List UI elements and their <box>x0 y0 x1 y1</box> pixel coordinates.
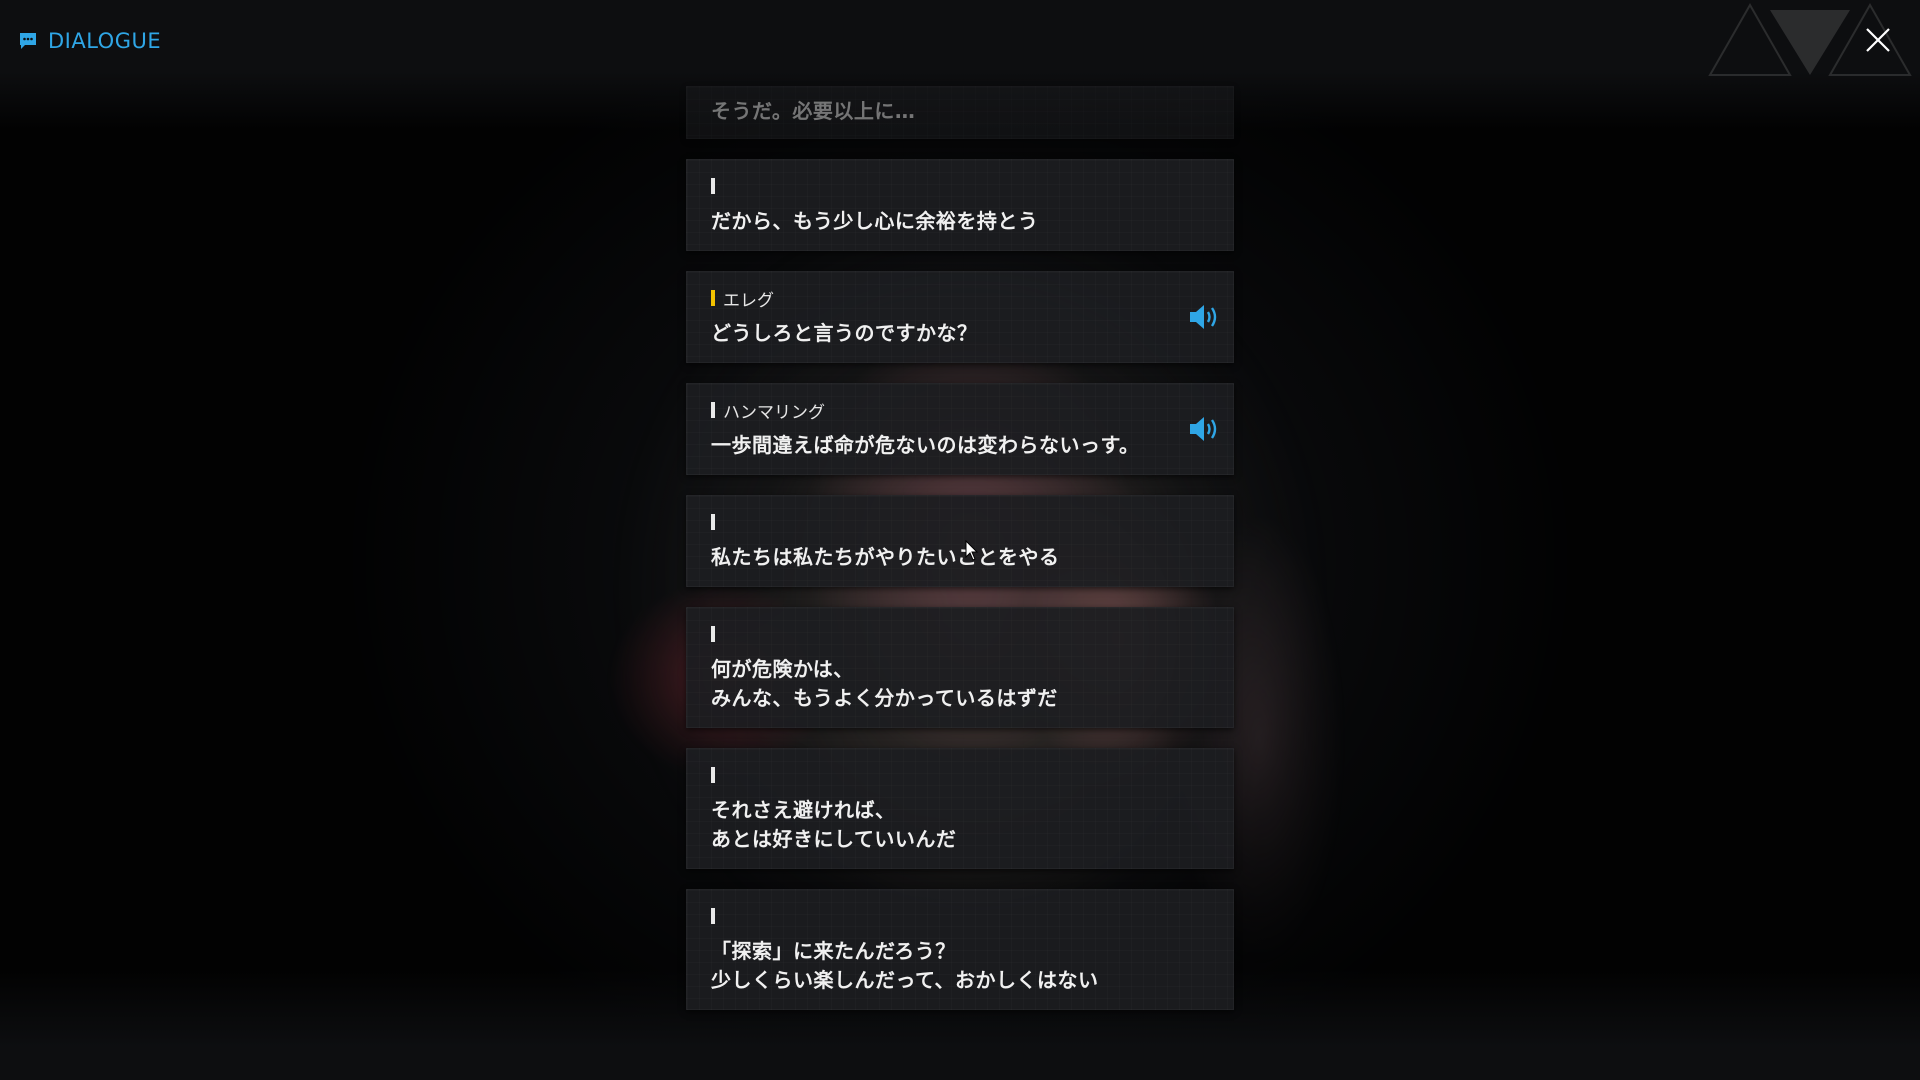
dialogue-entry: それさえ避ければ、 あとは好きにしていいんだ <box>686 748 1234 869</box>
speaker-row <box>711 764 1209 786</box>
dialogue-entry: そうだ。必要以上に… <box>686 86 1234 139</box>
dialogue-entry: 私たちは私たちがやりたいことをやる <box>686 495 1234 587</box>
dialogue-header: DIALOGUE <box>18 28 161 54</box>
speaker-marker <box>711 178 715 194</box>
speaker-row: エレグ <box>711 287 1209 311</box>
dialogue-list[interactable]: そうだ。必要以上に… だから、もう少し心に余裕を持とうエレグどうしろと言うのですか… <box>686 86 1234 1010</box>
speaker-marker <box>711 908 715 924</box>
dialogue-text: 「探索」に来たんだろう？ 少しくらい楽しんだって、おかしくはない <box>711 939 1099 992</box>
dialogue-text: どうしろと言うのですかな？ <box>711 321 978 345</box>
speaker-row <box>711 175 1209 197</box>
speaker-row <box>711 511 1209 533</box>
dialogue-text: 私たちは私たちがやりたいことをやる <box>711 545 1060 569</box>
dialogue-entry: 「探索」に来たんだろう？ 少しくらい楽しんだって、おかしくはない <box>686 889 1234 1010</box>
dialogue-text: そうだ。必要以上に… <box>711 99 916 123</box>
speaker-row <box>711 623 1209 645</box>
dialogue-text: 何が危険かは、 みんな、もうよく分かっているはずだ <box>711 657 1058 710</box>
mouse-cursor-icon <box>965 540 979 561</box>
dialogue-entry: ハンマリング一歩間違えば命が危ないのは変わらないっす。 <box>686 383 1234 475</box>
speaker-marker <box>711 514 715 530</box>
dialogue-text: だから、もう少し心に余裕を持とう <box>711 209 1039 233</box>
dialogue-entry: だから、もう少し心に余裕を持とう <box>686 159 1234 251</box>
dialogue-entry: 何が危険かは、 みんな、もうよく分かっているはずだ <box>686 607 1234 728</box>
dialogue-text: 一歩間違えば命が危ないのは変わらないっす。 <box>711 433 1140 457</box>
speaker-marker <box>711 402 715 418</box>
speaker-name: エレグ <box>723 290 774 311</box>
dialogue-text: それさえ避ければ、 あとは好きにしていいんだ <box>711 798 957 851</box>
dialogue-entry: エレグどうしろと言うのですかな？ <box>686 271 1234 363</box>
speaker-row: ハンマリング <box>711 399 1209 423</box>
speaker-name: ハンマリング <box>723 402 825 423</box>
chat-bubble-icon <box>20 33 36 49</box>
speaker-marker <box>711 767 715 783</box>
dialogue-title: DIALOGUE <box>48 29 162 53</box>
close-icon[interactable] <box>1862 24 1894 56</box>
speaker-marker <box>711 626 715 642</box>
speaker-marker <box>711 290 715 306</box>
voice-playback-icon[interactable] <box>1187 302 1223 332</box>
dialogue-log-screen: DIALOGUE そうだ。必要以上に… だから、もう少し心に余裕を持とうエレグどう… <box>0 0 1920 1080</box>
voice-playback-icon[interactable] <box>1187 414 1223 444</box>
speaker-row <box>711 905 1209 927</box>
